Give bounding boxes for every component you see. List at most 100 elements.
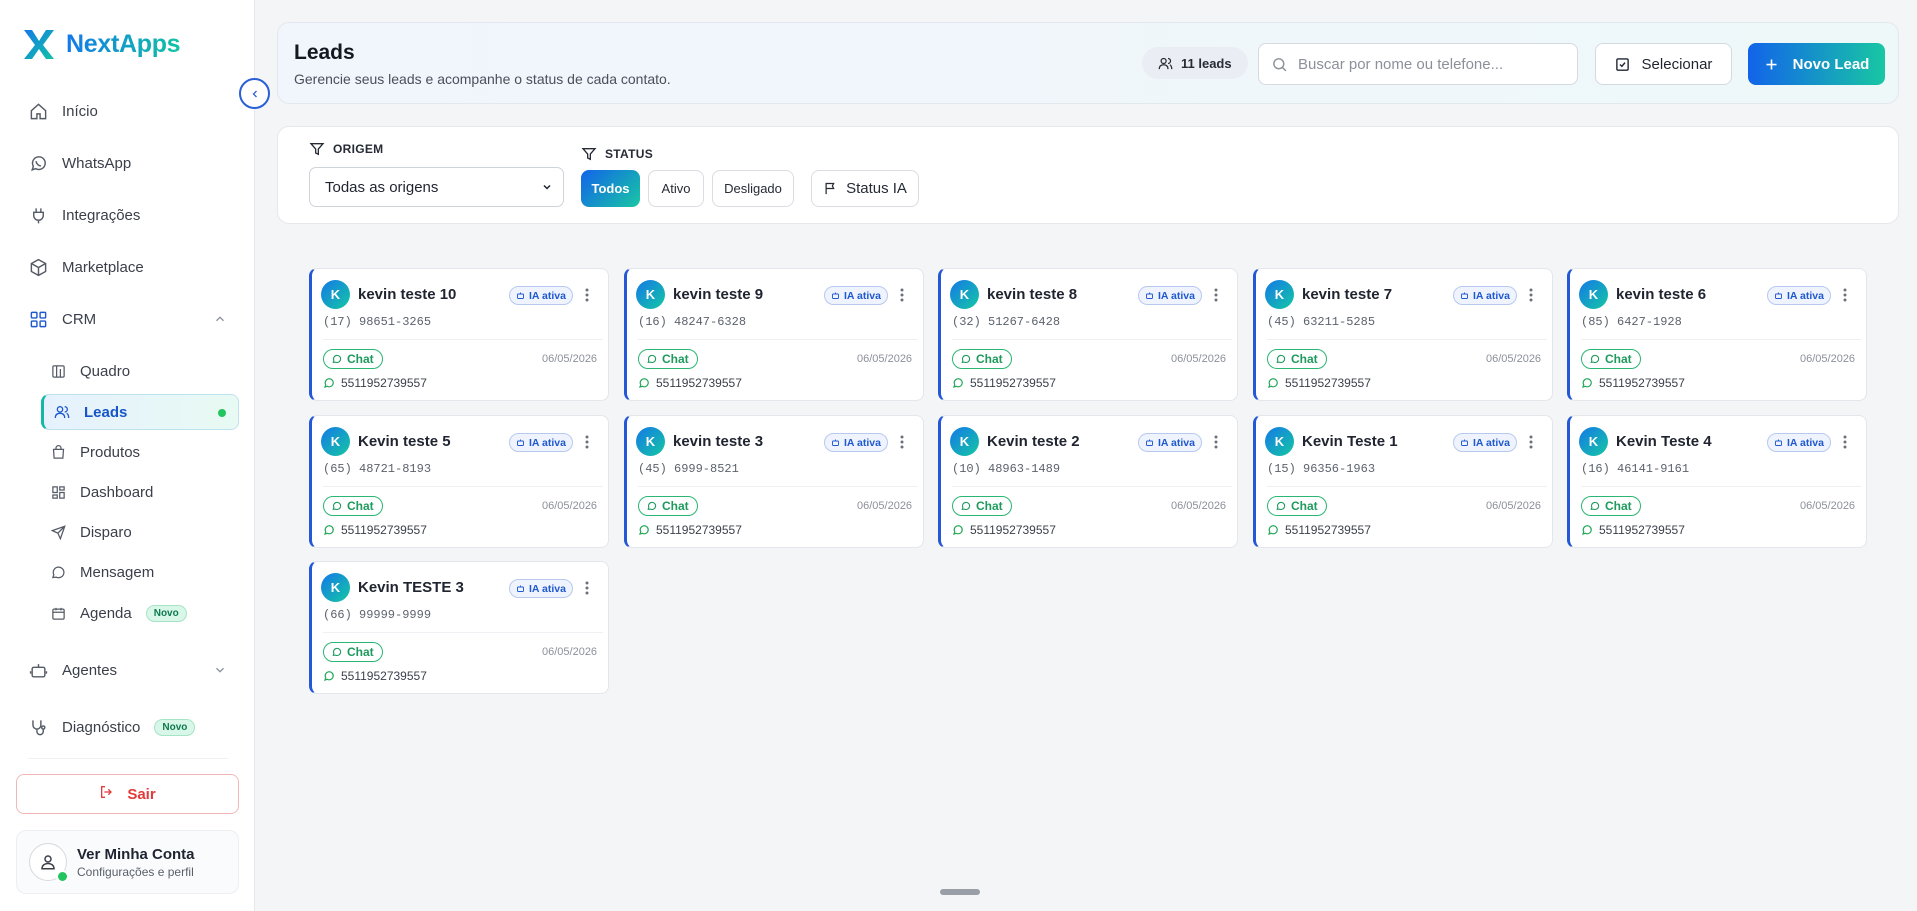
status-option-todos[interactable]: Todos xyxy=(581,170,640,207)
sidebar-item-marketplace[interactable]: Marketplace xyxy=(28,252,144,282)
lead-whatsapp[interactable]: 5511952739557 xyxy=(638,523,742,537)
whatsapp-number: 5511952739557 xyxy=(341,523,427,537)
lead-card[interactable]: K Kevin teste 5 IA ativa (65) 48721-8193… xyxy=(309,415,609,548)
lead-whatsapp[interactable]: 5511952739557 xyxy=(952,376,1056,390)
lead-whatsapp[interactable]: 5511952739557 xyxy=(1581,376,1685,390)
ia-status-badge[interactable]: IA ativa xyxy=(824,433,888,452)
more-options-icon[interactable] xyxy=(580,577,594,599)
chat-tag[interactable]: Chat xyxy=(1267,496,1327,516)
sidebar-item-agentes[interactable]: Agentes xyxy=(28,655,117,685)
more-options-icon[interactable] xyxy=(1209,284,1223,306)
lead-name[interactable]: kevin teste 10 xyxy=(358,286,456,303)
lead-card[interactable]: K Kevin Teste 4 IA ativa (16) 46141-9161… xyxy=(1567,415,1867,548)
ia-status-badge[interactable]: IA ativa xyxy=(509,433,573,452)
lead-name[interactable]: Kevin teste 2 xyxy=(987,433,1080,450)
search-box[interactable] xyxy=(1258,43,1578,85)
lead-whatsapp[interactable]: 5511952739557 xyxy=(638,376,742,390)
origin-select[interactable]: Todas as origens xyxy=(309,167,564,207)
lead-whatsapp[interactable]: 5511952739557 xyxy=(1267,523,1371,537)
lead-card[interactable]: K Kevin Teste 1 IA ativa (15) 96356-1963… xyxy=(1253,415,1553,548)
lead-whatsapp[interactable]: 5511952739557 xyxy=(952,523,1056,537)
chat-tag[interactable]: Chat xyxy=(1581,349,1641,369)
collapse-sidebar-button[interactable] xyxy=(239,78,270,109)
chat-tag[interactable]: Chat xyxy=(323,642,383,662)
logout-button[interactable]: Sair xyxy=(16,774,239,814)
sidebar-item-crm[interactable]: CRM xyxy=(28,304,96,334)
scroll-handle[interactable] xyxy=(940,889,980,895)
more-options-icon[interactable] xyxy=(895,431,909,453)
lead-name[interactable]: Kevin teste 5 xyxy=(358,433,451,450)
account-card[interactable]: Ver Minha Conta Configurações e perfil xyxy=(16,830,239,894)
ia-status-badge[interactable]: IA ativa xyxy=(1767,286,1831,305)
sidebar-item-integracoes[interactable]: Integrações xyxy=(28,200,140,230)
more-options-icon[interactable] xyxy=(1209,431,1223,453)
lead-card[interactable]: K Kevin TESTE 3 IA ativa (66) 99999-9999… xyxy=(309,561,609,694)
sidebar-subitem-leads[interactable]: Leads xyxy=(41,394,239,430)
ia-status-badge[interactable]: IA ativa xyxy=(1453,433,1517,452)
sidebar-item-whatsapp[interactable]: WhatsApp xyxy=(28,148,131,178)
chat-tag[interactable]: Chat xyxy=(638,349,698,369)
status-option-ativo[interactable]: Ativo xyxy=(648,170,704,207)
sidebar-subitem-agenda[interactable]: Agenda Novo xyxy=(50,599,187,627)
sidebar-item-diagnostico[interactable]: Diagnóstico Novo xyxy=(28,712,196,742)
chat-tag[interactable]: Chat xyxy=(323,496,383,516)
lead-whatsapp[interactable]: 5511952739557 xyxy=(323,376,427,390)
ia-status-badge[interactable]: IA ativa xyxy=(1453,286,1517,305)
sidebar-subitem-disparo[interactable]: Disparo xyxy=(50,518,132,546)
lead-card[interactable]: K kevin teste 8 IA ativa (32) 51267-6428… xyxy=(938,268,1238,401)
chevron-down-icon[interactable] xyxy=(213,663,227,682)
lead-whatsapp[interactable]: 5511952739557 xyxy=(1581,523,1685,537)
status-ia-button[interactable]: Status IA xyxy=(811,170,919,207)
sidebar-item-inicio[interactable]: Início xyxy=(28,96,98,126)
more-options-icon[interactable] xyxy=(1524,431,1538,453)
filter-icon xyxy=(581,148,597,161)
lead-card[interactable]: K kevin teste 3 IA ativa (45) 6999-8521 … xyxy=(624,415,924,548)
chat-tag[interactable]: Chat xyxy=(638,496,698,516)
search-input[interactable] xyxy=(1298,55,1558,73)
lead-name[interactable]: kevin teste 9 xyxy=(673,286,763,303)
lead-card[interactable]: K kevin teste 10 IA ativa (17) 98651-326… xyxy=(309,268,609,401)
lead-name[interactable]: kevin teste 6 xyxy=(1616,286,1706,303)
more-options-icon[interactable] xyxy=(1838,431,1852,453)
lead-whatsapp[interactable]: 5511952739557 xyxy=(323,669,427,683)
sidebar-item-label: Agentes xyxy=(62,661,118,679)
lead-avatar: K xyxy=(636,280,665,309)
lead-name[interactable]: Kevin TESTE 3 xyxy=(358,579,464,596)
chat-tag[interactable]: Chat xyxy=(323,349,383,369)
lead-name[interactable]: kevin teste 7 xyxy=(1302,286,1392,303)
more-options-icon[interactable] xyxy=(580,284,594,306)
status-option-desligado[interactable]: Desligado xyxy=(712,170,794,207)
chat-tag[interactable]: Chat xyxy=(952,349,1012,369)
more-options-icon[interactable] xyxy=(1524,284,1538,306)
select-button[interactable]: Selecionar xyxy=(1595,43,1732,85)
ia-status-badge[interactable]: IA ativa xyxy=(1138,286,1202,305)
lead-name[interactable]: Kevin Teste 1 xyxy=(1302,433,1398,450)
chat-tag[interactable]: Chat xyxy=(1581,496,1641,516)
new-lead-button[interactable]: Novo Lead xyxy=(1748,43,1885,85)
ia-status-badge[interactable]: IA ativa xyxy=(1138,433,1202,452)
ia-status-badge[interactable]: IA ativa xyxy=(509,579,573,598)
more-options-icon[interactable] xyxy=(580,431,594,453)
more-options-icon[interactable] xyxy=(895,284,909,306)
lead-name[interactable]: Kevin Teste 4 xyxy=(1616,433,1712,450)
more-options-icon[interactable] xyxy=(1838,284,1852,306)
lead-card[interactable]: K kevin teste 6 IA ativa (85) 6427-1928 … xyxy=(1567,268,1867,401)
ia-status-badge[interactable]: IA ativa xyxy=(509,286,573,305)
lead-card[interactable]: K kevin teste 9 IA ativa (16) 48247-6328… xyxy=(624,268,924,401)
sidebar-subitem-mensagem[interactable]: Mensagem xyxy=(50,558,154,586)
sidebar-subitem-dashboard[interactable]: Dashboard xyxy=(50,478,153,506)
lead-name[interactable]: kevin teste 3 xyxy=(673,433,763,450)
lead-card[interactable]: K kevin teste 7 IA ativa (45) 63211-5285… xyxy=(1253,268,1553,401)
sidebar-subitem-produtos[interactable]: Produtos xyxy=(50,438,140,466)
lead-whatsapp[interactable]: 5511952739557 xyxy=(1267,376,1371,390)
lead-name[interactable]: kevin teste 8 xyxy=(987,286,1077,303)
lead-whatsapp[interactable]: 5511952739557 xyxy=(323,523,427,537)
chevron-up-icon[interactable] xyxy=(213,312,227,331)
chat-tag[interactable]: Chat xyxy=(1267,349,1327,369)
logo[interactable]: NextApps xyxy=(22,28,181,60)
lead-card[interactable]: K Kevin teste 2 IA ativa (10) 48963-1489… xyxy=(938,415,1238,548)
chat-tag[interactable]: Chat xyxy=(952,496,1012,516)
sidebar-subitem-quadro[interactable]: Quadro xyxy=(50,357,130,385)
ia-status-badge[interactable]: IA ativa xyxy=(1767,433,1831,452)
ia-status-badge[interactable]: IA ativa xyxy=(824,286,888,305)
